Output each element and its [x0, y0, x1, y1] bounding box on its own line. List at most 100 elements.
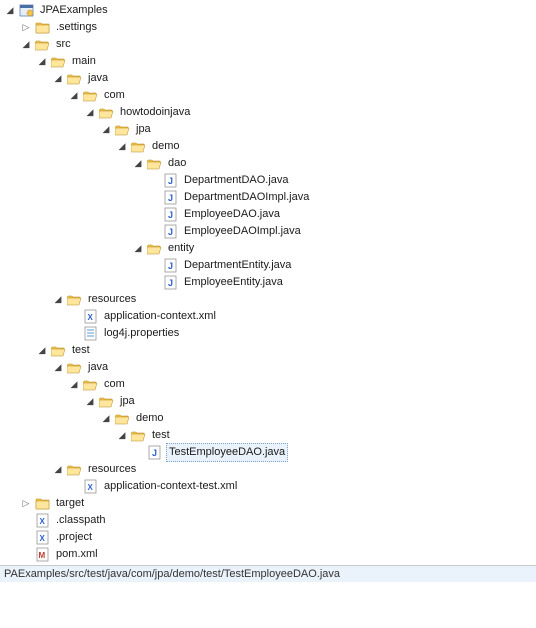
folder-label: java: [86, 359, 110, 376]
folder-label: resources: [86, 291, 138, 308]
pom-file[interactable]: pom.xml: [18, 546, 536, 563]
java-file-icon: [162, 207, 178, 223]
settings-folder[interactable]: ▷ .settings: [18, 19, 536, 36]
java-folder[interactable]: ◢ java: [50, 70, 536, 87]
expand-toggle-icon[interactable]: ◢: [84, 396, 96, 408]
folder-label: resources: [86, 461, 138, 478]
collapse-toggle-icon[interactable]: ▷: [20, 22, 32, 34]
file-label: .classpath: [54, 512, 108, 529]
expand-toggle-icon[interactable]: ◢: [68, 90, 80, 102]
file-label: DepartmentDAOImpl.java: [182, 189, 311, 206]
folder-label: entity: [166, 240, 196, 257]
project-explorer-tree[interactable]: ◢ JPAExamples ▷ .settings ◢ src: [0, 0, 536, 565]
expand-toggle-icon[interactable]: ◢: [20, 39, 32, 51]
maven-file-icon: [34, 547, 50, 563]
folder-open-icon: [34, 37, 50, 53]
folder-open-icon: [66, 360, 82, 376]
file-label: .project: [54, 529, 94, 546]
folder-open-icon: [66, 462, 82, 478]
folder-label: demo: [150, 138, 182, 155]
java-file-icon: [162, 224, 178, 240]
resources-folder[interactable]: ◢ resources: [50, 461, 536, 478]
folder-open-icon: [50, 343, 66, 359]
expand-toggle-icon[interactable]: ◢: [116, 430, 128, 442]
target-folder[interactable]: ▷ target: [18, 495, 536, 512]
xml-file-icon: [34, 513, 50, 529]
project-file[interactable]: .project: [18, 529, 536, 546]
howtodoinjava-folder[interactable]: ◢ howtodoinjava: [82, 104, 536, 121]
project-root[interactable]: ◢ JPAExamples: [2, 2, 536, 19]
file-label: TestEmployeeDAO.java: [166, 443, 288, 462]
folder-label: java: [86, 70, 110, 87]
folder-open-icon: [130, 428, 146, 444]
test-folder[interactable]: ◢ test: [34, 342, 536, 359]
test-package-folder[interactable]: ◢ test: [114, 427, 536, 444]
java-file-item[interactable]: EmployeeEntity.java: [146, 274, 536, 291]
project-icon: [18, 3, 34, 19]
folder-label: howtodoinjava: [118, 104, 192, 121]
demo-folder[interactable]: ◢ demo: [98, 410, 536, 427]
java-folder[interactable]: ◢ java: [50, 359, 536, 376]
collapse-toggle-icon[interactable]: ▷: [20, 498, 32, 510]
xml-file-icon: [82, 309, 98, 325]
status-bar: PAExamples/src/test/java/com/jpa/demo/te…: [0, 565, 536, 582]
expand-toggle-icon[interactable]: ◢: [116, 141, 128, 153]
folder-open-icon: [98, 394, 114, 410]
expand-toggle-icon[interactable]: ◢: [68, 379, 80, 391]
java-file-icon: [162, 258, 178, 274]
expand-toggle-icon[interactable]: ◢: [100, 413, 112, 425]
file-label: application-context.xml: [102, 308, 218, 325]
src-folder[interactable]: ◢ src: [18, 36, 536, 53]
expand-toggle-icon[interactable]: ◢: [36, 345, 48, 357]
expand-toggle-icon[interactable]: ◢: [132, 243, 144, 255]
java-file-item[interactable]: DepartmentDAO.java: [146, 172, 536, 189]
xml-file-item[interactable]: application-context-test.xml: [66, 478, 536, 495]
status-path: PAExamples/src/test/java/com/jpa/demo/te…: [4, 568, 340, 580]
expand-toggle-icon[interactable]: ◢: [52, 73, 64, 85]
folder-label: main: [70, 53, 98, 70]
expand-toggle-icon[interactable]: ◢: [84, 107, 96, 119]
java-file-item[interactable]: EmployeeDAOImpl.java: [146, 223, 536, 240]
folder-open-icon: [82, 88, 98, 104]
resources-folder[interactable]: ◢ resources: [50, 291, 536, 308]
demo-folder[interactable]: ◢ demo: [114, 138, 536, 155]
java-file-item[interactable]: DepartmentDAOImpl.java: [146, 189, 536, 206]
java-file-icon: [162, 190, 178, 206]
folder-open-icon: [130, 139, 146, 155]
file-label: EmployeeDAOImpl.java: [182, 223, 303, 240]
com-folder[interactable]: ◢ com: [66, 376, 536, 393]
file-label: log4j.properties: [102, 325, 181, 342]
folder-label: dao: [166, 155, 188, 172]
jpa-folder[interactable]: ◢ jpa: [82, 393, 536, 410]
java-file-item[interactable]: EmployeeDAO.java: [146, 206, 536, 223]
java-file-item-selected[interactable]: TestEmployeeDAO.java: [130, 444, 536, 461]
main-folder[interactable]: ◢ main: [34, 53, 536, 70]
java-file-icon: [162, 275, 178, 291]
folder-open-icon: [114, 122, 130, 138]
expand-toggle-icon[interactable]: ◢: [4, 5, 16, 17]
expand-toggle-icon[interactable]: ◢: [100, 124, 112, 136]
jpa-folder[interactable]: ◢ jpa: [98, 121, 536, 138]
file-label: EmployeeEntity.java: [182, 274, 285, 291]
file-label: EmployeeDAO.java: [182, 206, 282, 223]
folder-open-icon: [66, 71, 82, 87]
expand-toggle-icon[interactable]: ◢: [132, 158, 144, 170]
xml-file-item[interactable]: application-context.xml: [66, 308, 536, 325]
folder-label: com: [102, 87, 127, 104]
java-file-item[interactable]: DepartmentEntity.java: [146, 257, 536, 274]
dao-folder[interactable]: ◢ dao: [130, 155, 536, 172]
entity-folder[interactable]: ◢ entity: [130, 240, 536, 257]
folder-label: test: [70, 342, 92, 359]
expand-toggle-icon[interactable]: ◢: [52, 294, 64, 306]
classpath-file[interactable]: .classpath: [18, 512, 536, 529]
expand-toggle-icon[interactable]: ◢: [52, 464, 64, 476]
folder-closed-icon: [34, 20, 50, 36]
properties-file-item[interactable]: log4j.properties: [66, 325, 536, 342]
com-folder[interactable]: ◢ com: [66, 87, 536, 104]
expand-toggle-icon[interactable]: ◢: [36, 56, 48, 68]
file-label: pom.xml: [54, 546, 100, 563]
folder-open-icon: [66, 292, 82, 308]
java-file-icon: [146, 445, 162, 461]
expand-toggle-icon[interactable]: ◢: [52, 362, 64, 374]
xml-file-icon: [34, 530, 50, 546]
